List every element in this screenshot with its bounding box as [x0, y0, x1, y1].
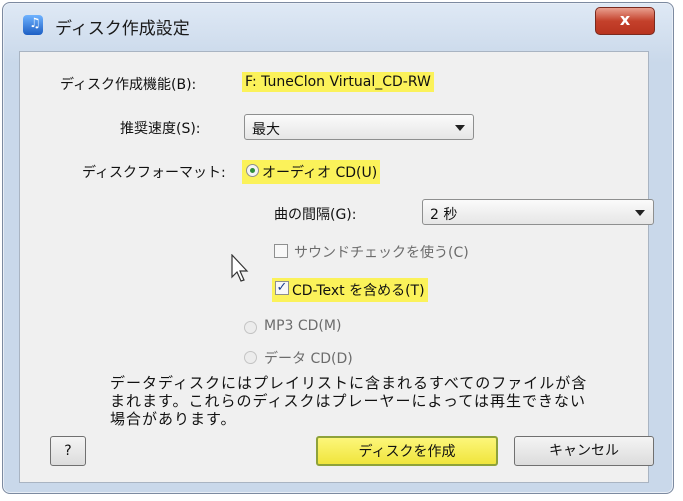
- data-cd-option[interactable]: データ CD(D): [244, 348, 353, 368]
- gap-select[interactable]: 2 秒: [422, 199, 654, 225]
- help-button[interactable]: ?: [50, 436, 86, 466]
- dialog-body: ディスク作成機能(B): F: TuneClon Virtual_CD-RW 推…: [19, 51, 654, 483]
- gap-select-value: 2 秒: [430, 207, 458, 223]
- audio-cd-label: オーディオ CD(U): [262, 165, 378, 181]
- cdtext-label: CD-Text を含める(T): [292, 283, 425, 299]
- soundcheck-checkbox[interactable]: [274, 244, 288, 258]
- mp3-cd-label: MP3 CD(M): [264, 318, 342, 334]
- mouse-pointer-icon: [231, 254, 249, 282]
- window-title: ディスク作成設定: [55, 19, 190, 39]
- speed-select[interactable]: 最大: [244, 114, 474, 140]
- audio-cd-radio[interactable]: [246, 164, 259, 177]
- audio-cd-option[interactable]: オーディオ CD(U): [242, 160, 381, 184]
- drive-value: F: TuneClon Virtual_CD-RW: [242, 72, 434, 92]
- cancel-button[interactable]: キャンセル: [514, 436, 654, 466]
- data-cd-radio[interactable]: [244, 351, 257, 364]
- title-bar[interactable]: ♫ ディスク作成設定 x: [3, 3, 673, 49]
- chevron-down-icon: [455, 125, 465, 131]
- format-label: ディスクフォーマット:: [82, 165, 226, 181]
- cdtext-option[interactable]: ✓ CD-Text を含める(T): [272, 278, 428, 302]
- chevron-down-icon: [635, 210, 645, 216]
- burn-disc-button[interactable]: ディスクを作成: [316, 436, 498, 466]
- data-cd-label: データ CD(D): [264, 351, 353, 367]
- gap-label: 曲の間隔(G):: [274, 207, 357, 223]
- close-icon: x: [619, 10, 631, 29]
- description-text: データディスクにはプレイリストに含まれるすべてのファイルが含まれます。これらのデ…: [110, 374, 588, 428]
- speed-select-value: 最大: [252, 122, 280, 138]
- mp3-cd-radio[interactable]: [244, 321, 257, 334]
- music-note-icon: ♫: [23, 15, 43, 35]
- soundcheck-option[interactable]: サウンドチェックを使う(C): [274, 242, 469, 262]
- soundcheck-label: サウンドチェックを使う(C): [294, 245, 469, 261]
- drive-label: ディスク作成機能(B):: [60, 77, 197, 93]
- close-button[interactable]: x: [595, 7, 655, 35]
- dialog-window: ♫ ディスク作成設定 x ディスク作成機能(B): F: TuneClon Vi…: [2, 2, 674, 494]
- speed-label: 推奨速度(S):: [120, 121, 201, 137]
- mp3-cd-option[interactable]: MP3 CD(M): [244, 318, 341, 334]
- cdtext-checkbox[interactable]: ✓: [275, 281, 289, 295]
